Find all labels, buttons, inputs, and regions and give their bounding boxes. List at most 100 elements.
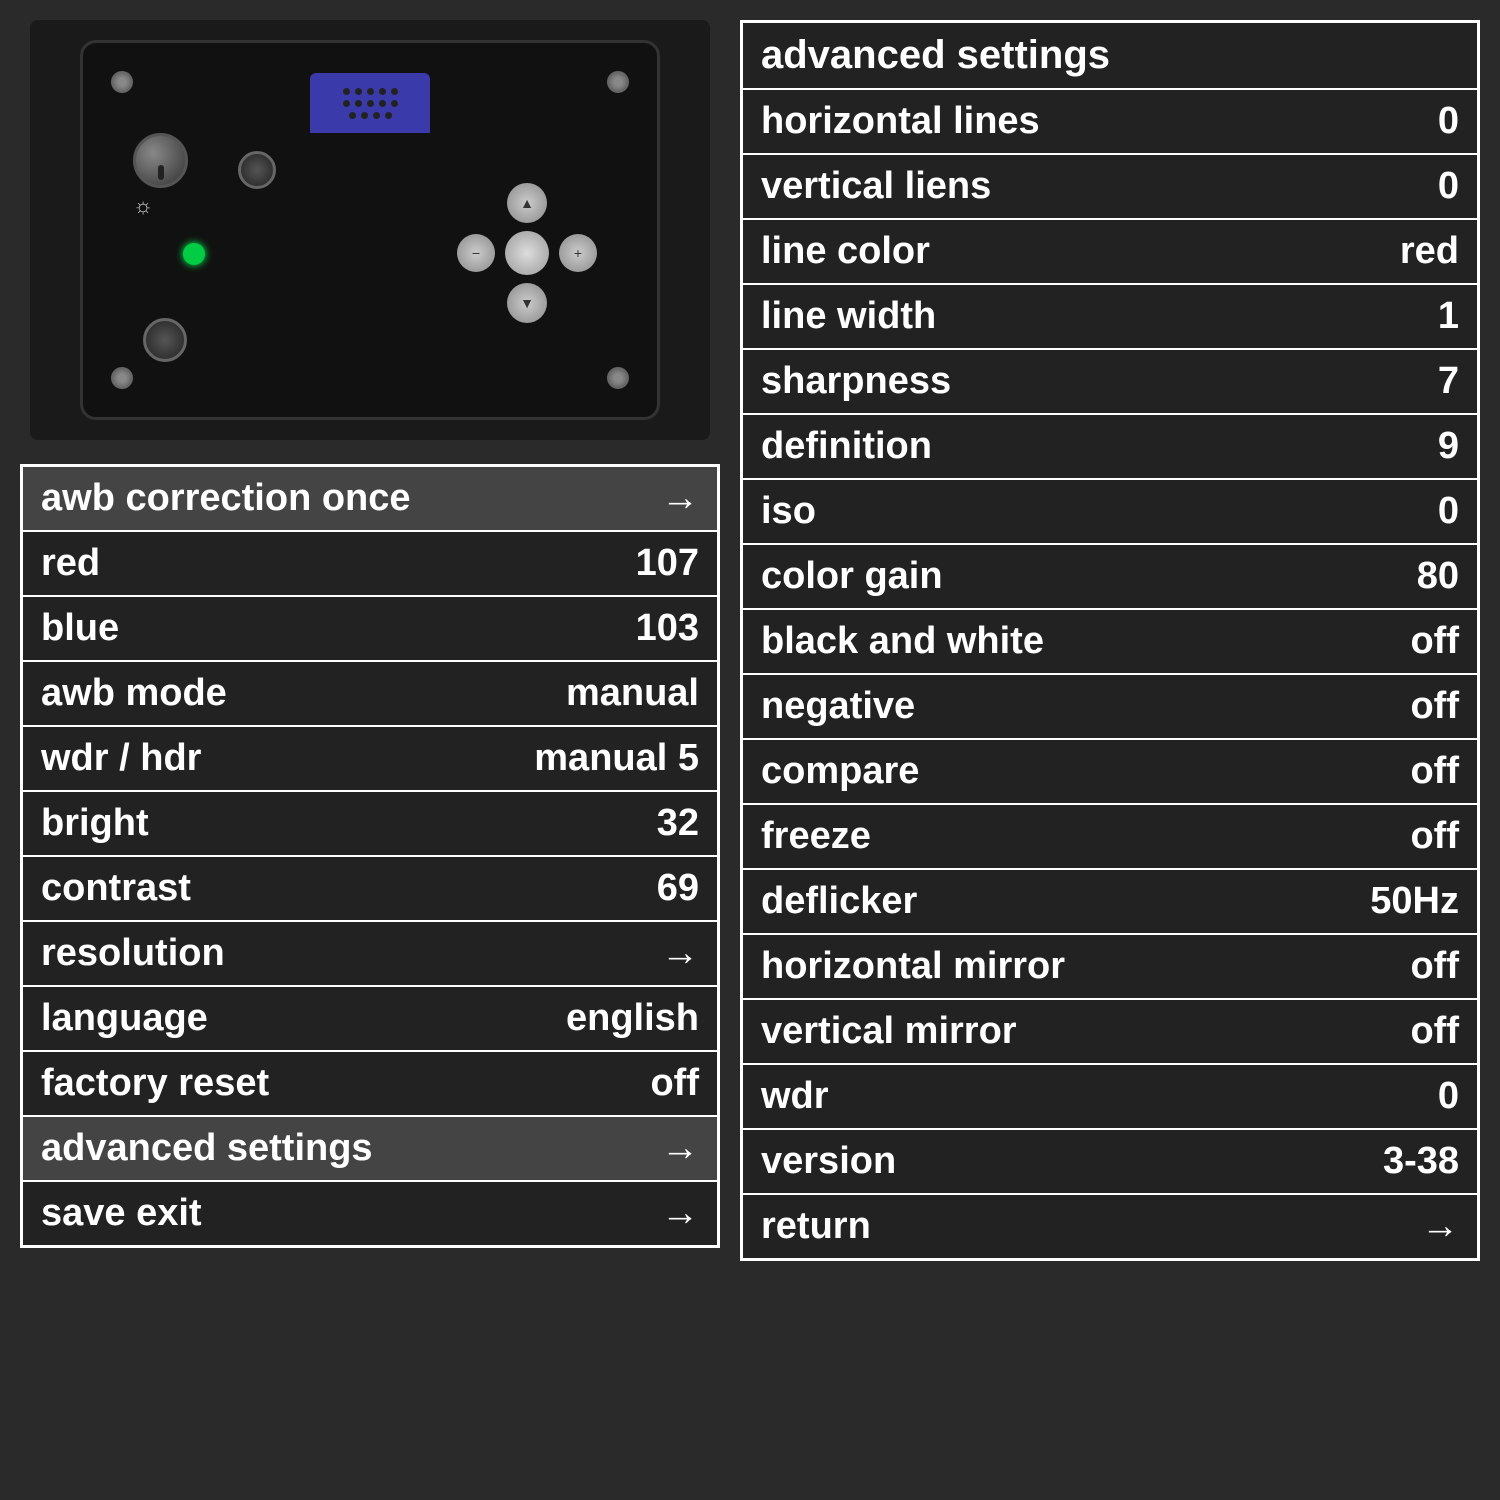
left-menu-row[interactable]: contrast69 (22, 856, 719, 921)
right-menu-row[interactable]: wdr0 (742, 1064, 1479, 1129)
screw-br (607, 367, 629, 389)
right-menu-label: horizontal lines (742, 89, 1280, 154)
nav-left-button[interactable]: − (457, 234, 495, 272)
right-menu-row[interactable]: compareoff (742, 739, 1479, 804)
right-menu-row[interactable]: deflicker50Hz (742, 869, 1479, 934)
nav-up-button[interactable]: ▲ (507, 183, 547, 223)
nav-right-button[interactable]: + (559, 234, 597, 272)
right-menu-row[interactable]: color gain80 (742, 544, 1479, 609)
right-menu-value: off (1280, 739, 1479, 804)
left-menu-row[interactable]: red107 (22, 531, 719, 596)
camera-body: ☼ ▲ − + ▼ (80, 40, 660, 420)
left-menu-value: 103 (487, 596, 718, 661)
right-menu-label: negative (742, 674, 1280, 739)
right-menu-label: vertical mirror (742, 999, 1280, 1064)
knob (133, 133, 188, 188)
right-menu-value: 1 (1280, 284, 1479, 349)
right-menu-value: 50Hz (1280, 869, 1479, 934)
right-menu-row[interactable]: definition9 (742, 414, 1479, 479)
left-menu-row[interactable]: advanced settings→ (22, 1116, 719, 1181)
nav-down-button[interactable]: ▼ (507, 283, 547, 323)
left-menu-value: manual (487, 661, 718, 726)
right-menu-label: wdr (742, 1064, 1280, 1129)
right-menu-row[interactable]: freezeoff (742, 804, 1479, 869)
left-menu-value: manual 5 (487, 726, 718, 791)
right-menu-row[interactable]: return→ (742, 1194, 1479, 1260)
left-menu-row[interactable]: factory resetoff (22, 1051, 719, 1116)
right-menu-label: return (742, 1194, 1280, 1260)
left-menu-label: bright (22, 791, 488, 856)
left-menu-label: save exit (22, 1181, 488, 1247)
left-menu-label: awb mode (22, 661, 488, 726)
right-menu-label: freeze (742, 804, 1280, 869)
screw-tl (111, 71, 133, 93)
right-menu-row[interactable]: vertical mirroroff (742, 999, 1479, 1064)
nav-center-button[interactable] (505, 231, 549, 275)
left-menu-label: blue (22, 596, 488, 661)
right-menu-label: definition (742, 414, 1280, 479)
right-menu-row[interactable]: version3-38 (742, 1129, 1479, 1194)
right-panel: advanced settingshorizontal lines0vertic… (740, 0, 1500, 1261)
left-menu-row[interactable]: resolution→ (22, 921, 719, 986)
left-menu-label: awb correction once (22, 466, 488, 532)
right-menu-label: iso (742, 479, 1280, 544)
left-menu-value: 32 (487, 791, 718, 856)
left-menu-row[interactable]: awb modemanual (22, 661, 719, 726)
left-menu-value: 69 (487, 856, 718, 921)
right-menu-row[interactable]: line colorred (742, 219, 1479, 284)
right-menu-row[interactable]: horizontal mirroroff (742, 934, 1479, 999)
right-menu-value: 0 (1280, 89, 1479, 154)
left-menu-row[interactable]: blue103 (22, 596, 719, 661)
right-menu-label: compare (742, 739, 1280, 804)
vga-dots-row1 (343, 88, 398, 95)
camera-container: ☼ ▲ − + ▼ (30, 20, 710, 440)
left-menu-value: off (487, 1051, 718, 1116)
right-menu-label: color gain (742, 544, 1280, 609)
right-menu-value: red (1280, 219, 1479, 284)
left-menu-value: → (487, 1116, 718, 1181)
left-menu-row[interactable]: wdr / hdrmanual 5 (22, 726, 719, 791)
right-menu-label: black and white (742, 609, 1280, 674)
right-menu-row[interactable]: iso0 (742, 479, 1479, 544)
left-menu-value: → (487, 1181, 718, 1247)
left-menu-label: resolution (22, 921, 488, 986)
right-menu-label: sharpness (742, 349, 1280, 414)
right-menu-label: horizontal mirror (742, 934, 1280, 999)
right-menu-row[interactable]: negativeoff (742, 674, 1479, 739)
right-menu-title: advanced settings (742, 22, 1479, 90)
right-menu-value: 0 (1280, 1064, 1479, 1129)
right-menu-row[interactable]: vertical liens0 (742, 154, 1479, 219)
nav-buttons: ▲ − + ▼ (457, 183, 597, 323)
right-settings-table: advanced settingshorizontal lines0vertic… (740, 20, 1480, 1261)
screw-tr (607, 71, 629, 93)
sun-icon: ☼ (133, 193, 161, 221)
right-menu-value: 7 (1280, 349, 1479, 414)
right-menu-row[interactable]: sharpness7 (742, 349, 1479, 414)
right-menu-value: off (1280, 804, 1479, 869)
right-menu-value: 80 (1280, 544, 1479, 609)
left-menu-value: → (487, 921, 718, 986)
screw-bl (111, 367, 133, 389)
left-menu-label: red (22, 531, 488, 596)
led-port (238, 151, 276, 189)
left-menu-row[interactable]: save exit→ (22, 1181, 719, 1247)
left-menu-row[interactable]: bright32 (22, 791, 719, 856)
left-menu-row[interactable]: awb correction once→ (22, 466, 719, 532)
left-menu-table: awb correction once→red107blue103awb mod… (20, 464, 720, 1248)
left-menu-row[interactable]: languageenglish (22, 986, 719, 1051)
left-menu-value: 107 (487, 531, 718, 596)
vga-port (310, 73, 430, 133)
right-menu-row[interactable]: horizontal lines0 (742, 89, 1479, 154)
left-menu-value: english (487, 986, 718, 1051)
dc-port (143, 318, 187, 362)
right-menu-row[interactable]: black and whiteoff (742, 609, 1479, 674)
right-menu-value: off (1280, 674, 1479, 739)
right-menu-header: advanced settings (742, 22, 1479, 90)
left-panel: ☼ ▲ − + ▼ awb co (0, 0, 740, 1248)
left-menu-label: contrast (22, 856, 488, 921)
right-menu-row[interactable]: line width1 (742, 284, 1479, 349)
right-menu-label: version (742, 1129, 1280, 1194)
right-menu-label: line color (742, 219, 1280, 284)
right-menu-value: off (1280, 609, 1479, 674)
right-menu-value: 0 (1280, 154, 1479, 219)
